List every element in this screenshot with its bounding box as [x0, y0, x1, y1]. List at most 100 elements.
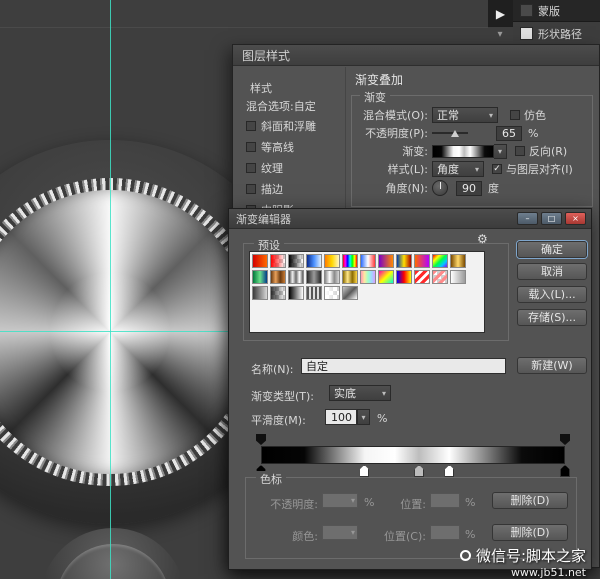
- gradient-editor-dialog: 渐变编辑器 – □ × 预设 ⚙ 确定 取消 载入(L)... 存储(S)...…: [228, 208, 592, 570]
- layer-name[interactable]: 蒙版: [538, 3, 560, 19]
- dither-checkbox-group[interactable]: 仿色: [510, 107, 546, 123]
- gradient-preset-swatch[interactable]: [306, 270, 322, 284]
- blending-options-item[interactable]: 混合选项:自定: [246, 98, 316, 114]
- gradient-preset-swatch[interactable]: [396, 270, 412, 284]
- gradient-preset-swatch[interactable]: [324, 270, 340, 284]
- gradient-preset-swatch[interactable]: [252, 270, 268, 284]
- layer-thumbnail-icon[interactable]: [520, 27, 533, 40]
- gradient-preset-swatch[interactable]: [324, 286, 340, 300]
- stop-position-field[interactable]: [430, 493, 460, 508]
- vertical-guide[interactable]: [110, 0, 111, 579]
- gradient-preset-swatch[interactable]: [252, 254, 268, 268]
- ls-style-item[interactable]: 斜面和浮雕: [246, 118, 316, 134]
- gradient-preset-swatch[interactable]: [414, 270, 430, 284]
- cancel-button[interactable]: 取消: [517, 263, 587, 280]
- panel-collapse-strip[interactable]: ▶: [488, 0, 513, 27]
- opacity-slider[interactable]: [432, 126, 468, 140]
- ok-button[interactable]: 确定: [517, 241, 587, 258]
- gradient-row: 渐变: ▾ 反向(R): [352, 143, 592, 159]
- gradient-preview[interactable]: [432, 145, 494, 158]
- gradient-dropdown-arrow-icon[interactable]: ▾: [494, 144, 507, 159]
- style-dropdown[interactable]: 角度 ▾: [432, 161, 484, 177]
- window-buttons: – □ ×: [517, 212, 586, 225]
- dialog-title: 渐变编辑器: [236, 211, 291, 227]
- stop-opacity-field[interactable]: ▾: [322, 493, 358, 508]
- gradient-preset-swatch[interactable]: [270, 254, 286, 268]
- layer-thumbnail-icon[interactable]: [520, 4, 533, 17]
- checkbox-icon[interactable]: [246, 142, 256, 152]
- gradient-group-box: 渐变 混合模式(O): 正常 ▾ 仿色 不透明度(P): 65: [351, 95, 593, 207]
- align-checkbox-group[interactable]: ✓ 与图层对齐(I): [492, 161, 573, 177]
- gradient-preset-swatch[interactable]: [342, 254, 358, 268]
- ls-style-item[interactable]: 描边: [246, 181, 316, 197]
- delete-color-stop-button[interactable]: 删除(D): [492, 524, 568, 541]
- gradient-preset-swatch[interactable]: [288, 286, 304, 300]
- gradient-preset-swatch[interactable]: [270, 286, 286, 300]
- smoothness-input[interactable]: [325, 409, 357, 425]
- watermark-url: www.jb51.net: [460, 566, 586, 579]
- load-button[interactable]: 载入(L)...: [517, 286, 587, 303]
- layer-name[interactable]: 形状路径: [538, 26, 582, 42]
- gradient-preset-swatch[interactable]: [288, 254, 304, 268]
- gradient-type-dropdown[interactable]: 实底 ▾: [329, 385, 391, 401]
- maximize-icon[interactable]: □: [541, 212, 562, 225]
- checkbox-icon[interactable]: [515, 146, 525, 156]
- gradient-preset-swatch[interactable]: [450, 254, 466, 268]
- stop-color-swatch[interactable]: ▾: [322, 525, 358, 540]
- gradient-preset-swatch[interactable]: [432, 254, 448, 268]
- opacity-stop[interactable]: [256, 434, 266, 445]
- blend-mode-dropdown[interactable]: 正常 ▾: [432, 107, 498, 123]
- chevron-down-icon: ▾: [475, 165, 479, 174]
- checkbox-icon[interactable]: [246, 121, 256, 131]
- delete-opacity-stop-button[interactable]: 删除(D): [492, 492, 568, 509]
- checkbox-icon[interactable]: [510, 110, 520, 120]
- gradient-preset-swatch[interactable]: [288, 270, 304, 284]
- gradient-preset-swatch[interactable]: [306, 254, 322, 268]
- smoothness-dropdown-icon[interactable]: ▾: [357, 409, 370, 425]
- opacity-value[interactable]: 65: [496, 126, 522, 141]
- ls-style-item[interactable]: 等高线: [246, 139, 316, 155]
- gradient-preset-swatch[interactable]: [252, 286, 268, 300]
- new-button[interactable]: 新建(W): [517, 357, 587, 374]
- save-button[interactable]: 存储(S)...: [517, 309, 587, 326]
- close-icon[interactable]: ×: [565, 212, 586, 225]
- color-stop[interactable]: [444, 465, 454, 477]
- chevron-down-icon[interactable]: ▾: [490, 28, 510, 42]
- angle-dial[interactable]: [432, 180, 448, 196]
- gradient-preset-swatch[interactable]: [342, 286, 358, 300]
- gradient-preset-swatch[interactable]: [324, 254, 340, 268]
- gear-icon[interactable]: ⚙: [477, 232, 488, 246]
- slider-handle-icon[interactable]: [451, 130, 459, 137]
- gradient-preset-swatch[interactable]: [378, 270, 394, 284]
- blend-mode-label: 混合模式(O):: [352, 107, 432, 123]
- angle-value[interactable]: 90: [456, 181, 482, 196]
- name-input[interactable]: [301, 358, 506, 374]
- reverse-checkbox-group[interactable]: 反向(R): [515, 143, 567, 159]
- gradient-preset-swatch[interactable]: [396, 254, 412, 268]
- gradient-preset-swatch[interactable]: [432, 270, 448, 284]
- checkbox-icon[interactable]: [246, 184, 256, 194]
- minimize-icon[interactable]: –: [517, 212, 538, 225]
- stop-color-position-field[interactable]: [430, 525, 460, 540]
- gradient-editor-titlebar[interactable]: 渐变编辑器 – □ ×: [229, 209, 591, 229]
- gradient-preset-swatch[interactable]: [378, 254, 394, 268]
- gradient-preset-swatch[interactable]: [414, 254, 430, 268]
- checkbox-icon[interactable]: [246, 163, 256, 173]
- gradient-preset-swatch[interactable]: [270, 270, 286, 284]
- gradient-preset-swatch[interactable]: [342, 270, 358, 284]
- ls-style-item[interactable]: 纹理: [246, 160, 316, 176]
- gradient-preset-swatch[interactable]: [360, 254, 376, 268]
- gradient-preset-swatch[interactable]: [450, 270, 466, 284]
- color-stop[interactable]: [359, 465, 369, 477]
- gradient-preset-swatch[interactable]: [360, 270, 376, 284]
- color-stop[interactable]: [560, 465, 570, 477]
- gradient-preset-swatch[interactable]: [306, 286, 322, 300]
- layer-row[interactable]: 形状路径: [513, 22, 600, 45]
- layer-style-titlebar[interactable]: 图层样式: [233, 45, 599, 66]
- gradient-preview-bar[interactable]: [261, 446, 565, 464]
- layer-row[interactable]: 蒙版: [513, 0, 600, 22]
- opacity-unit: %: [528, 127, 538, 140]
- color-stop[interactable]: [414, 465, 424, 477]
- checkbox-checked-icon[interactable]: ✓: [492, 164, 502, 174]
- opacity-stop[interactable]: [560, 434, 570, 445]
